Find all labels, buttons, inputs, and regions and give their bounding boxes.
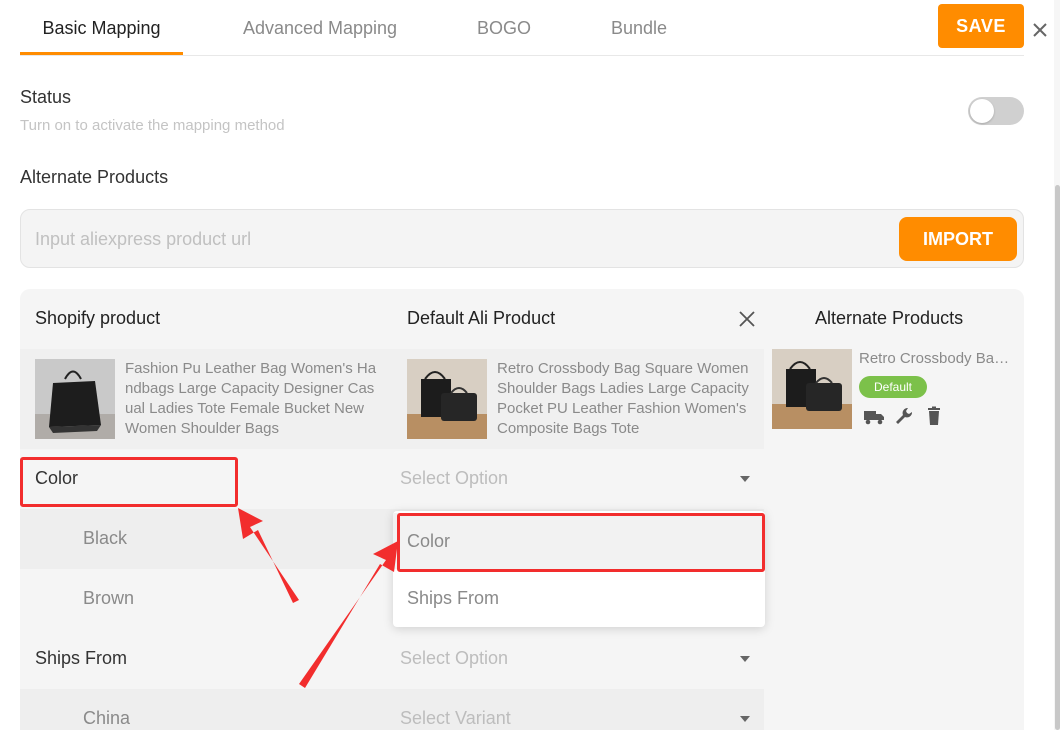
select-placeholder: Select Option bbox=[400, 648, 509, 668]
select-option-ships-from[interactable]: Select Option bbox=[400, 642, 752, 678]
default-ali-product-title: Retro Crossbody Bag Square Women Shoulde… bbox=[497, 360, 749, 437]
wrench-icon[interactable] bbox=[893, 406, 915, 426]
shopify-product-title: Fashion Pu Leather Bag Women's Handbags … bbox=[125, 360, 377, 437]
alternate-products-title: Alternate Products bbox=[20, 167, 169, 187]
default-ali-product-image bbox=[407, 359, 487, 439]
alternate-products-header: Alternate Products bbox=[815, 308, 964, 328]
annotation-highlight-box bbox=[397, 513, 765, 572]
option-value-brown: Brown bbox=[83, 588, 135, 608]
toggle-knob bbox=[970, 99, 994, 123]
select-placeholder: Select Option bbox=[400, 468, 509, 488]
tab-bogo[interactable]: BOGO bbox=[464, 0, 544, 56]
alternate-product-title: Retro Crossbody Bag Square Women Shoulde… bbox=[859, 350, 1014, 367]
active-tab-indicator bbox=[20, 52, 183, 55]
default-ali-product-header: Default Ali Product bbox=[407, 308, 556, 328]
status-title: Status bbox=[20, 87, 72, 107]
import-url-box: IMPORT bbox=[20, 209, 1024, 268]
tab-basic-mapping[interactable]: Basic Mapping bbox=[20, 0, 183, 56]
select-option-color[interactable]: Select Option bbox=[400, 462, 752, 498]
chevron-down-icon bbox=[740, 656, 750, 662]
chevron-down-icon bbox=[740, 476, 750, 482]
status-description: Turn on to activate the mapping method bbox=[20, 117, 285, 134]
shopify-product-header: Shopify product bbox=[35, 308, 161, 328]
product-url-input[interactable] bbox=[35, 220, 895, 258]
alternate-product-image bbox=[772, 349, 852, 429]
import-button[interactable]: IMPORT bbox=[899, 217, 1017, 261]
scrollbar-thumb[interactable] bbox=[1055, 185, 1060, 730]
trash-icon[interactable] bbox=[923, 406, 945, 426]
option-value-black: Black bbox=[83, 528, 128, 548]
dropdown-item-ships-from[interactable]: Ships From bbox=[393, 570, 765, 626]
close-icon[interactable] bbox=[1030, 20, 1050, 40]
tab-advanced-mapping[interactable]: Advanced Mapping bbox=[230, 0, 410, 56]
select-variant[interactable]: Select Variant bbox=[400, 702, 752, 730]
select-variant-placeholder: Select Variant bbox=[400, 708, 511, 728]
annotation-highlight-box bbox=[20, 457, 238, 507]
option-name-ships-from: Ships From bbox=[35, 648, 128, 668]
tab-bundle[interactable]: Bundle bbox=[598, 0, 680, 56]
close-icon[interactable] bbox=[737, 309, 757, 329]
chevron-down-icon bbox=[740, 716, 750, 722]
truck-icon[interactable] bbox=[863, 406, 885, 426]
save-button[interactable]: SAVE bbox=[938, 4, 1024, 48]
default-badge: Default bbox=[859, 376, 927, 398]
option-value-china: China bbox=[83, 708, 131, 728]
shopify-product-image bbox=[35, 359, 115, 439]
status-toggle[interactable] bbox=[968, 97, 1024, 125]
